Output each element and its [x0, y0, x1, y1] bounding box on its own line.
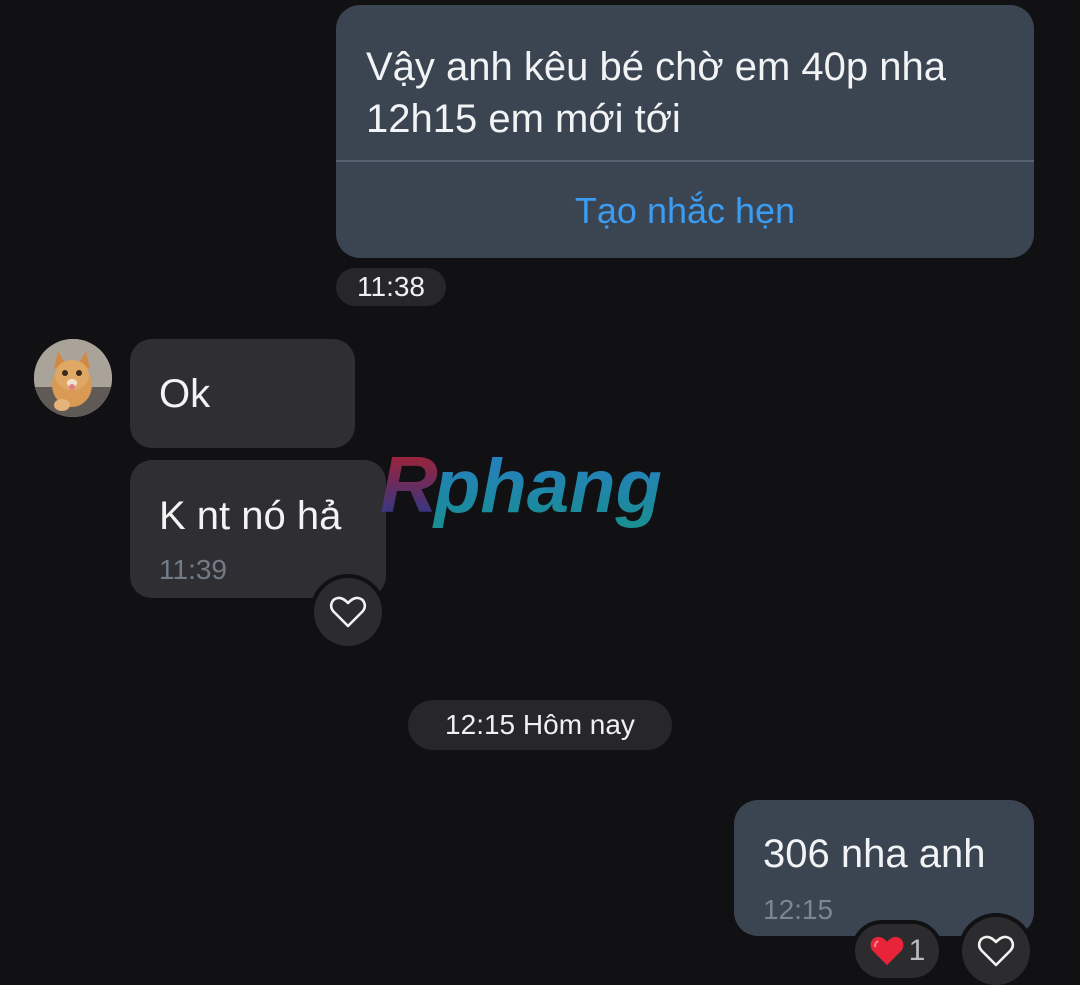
message-text: Vậy anh kêu bé chờ em 40p nha 12h15 em m… [366, 45, 946, 141]
svg-text:R: R [380, 440, 438, 529]
received-message-bubble[interactable]: Ok [130, 339, 355, 448]
message-text: 306 nha anh [763, 832, 986, 876]
create-reminder-button[interactable]: Tạo nhắc hẹn [336, 190, 1034, 232]
react-button[interactable] [962, 917, 1030, 985]
reaction-count: 1 [908, 934, 926, 967]
cat-avatar-icon [34, 339, 112, 417]
sent-message-bubble[interactable]: 306 nha anh 12:15 [734, 800, 1034, 936]
watermark-logo: R phang [376, 440, 708, 540]
heart-outline-icon [329, 596, 367, 628]
sent-message-reminder-card[interactable]: Vậy anh kêu bé chờ em 40p nha 12h15 em m… [336, 5, 1034, 258]
message-time-badge: 11:38 [336, 268, 446, 306]
message-text: K nt nó hả [159, 494, 342, 538]
red-heart-icon [870, 936, 904, 966]
message-time: 12:15 [763, 894, 834, 925]
watermark-text: phang [432, 444, 662, 529]
reaction-summary[interactable]: 1 [855, 924, 939, 978]
contact-avatar[interactable] [34, 339, 112, 417]
message-text: Ok [159, 372, 211, 416]
message-time: 11:39 [159, 554, 227, 585]
divider [336, 160, 1034, 162]
heart-outline-icon [977, 935, 1015, 967]
date-separator: 12:15 Hôm nay [408, 700, 672, 750]
react-button[interactable] [314, 578, 382, 646]
